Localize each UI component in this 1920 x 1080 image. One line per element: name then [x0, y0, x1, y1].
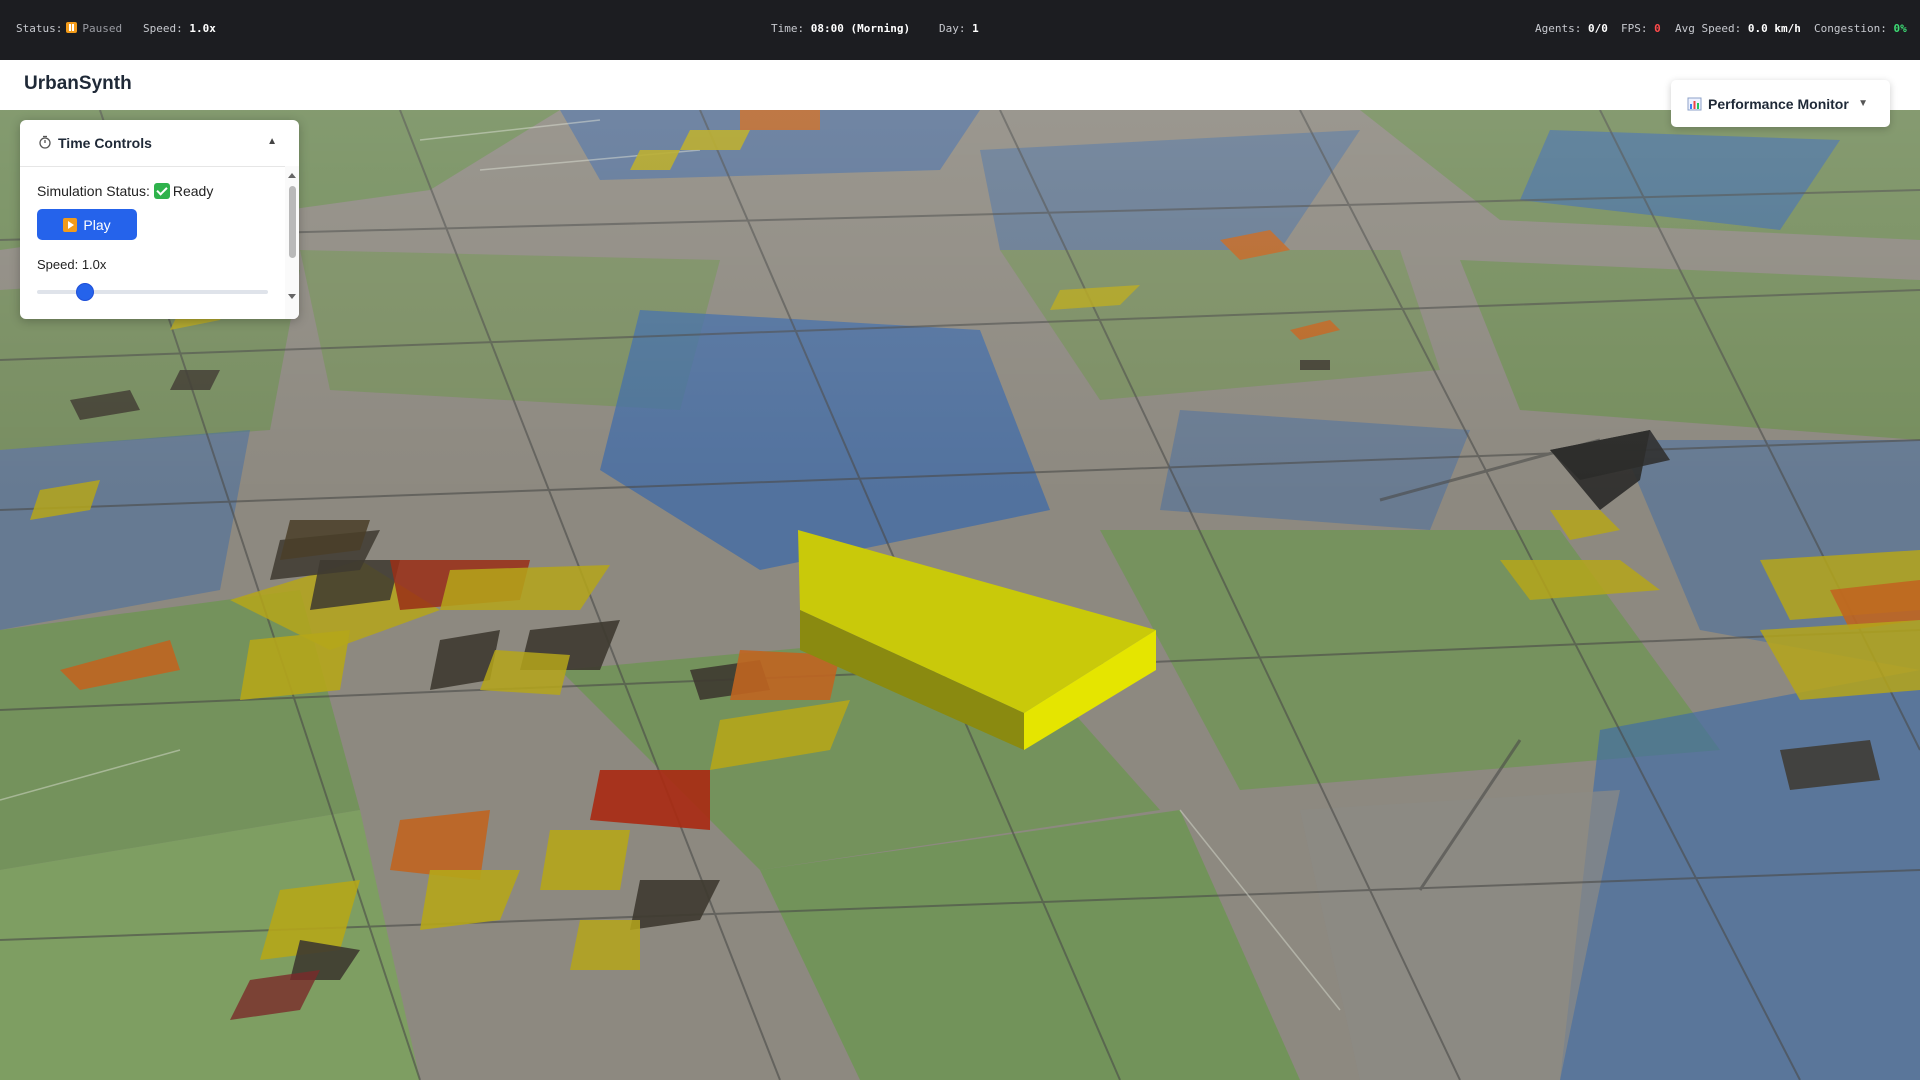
time-value: 08:00 (Morning)	[810, 22, 911, 35]
time-controls-panel: Time Controls ▲ Simulation Status: Ready …	[20, 120, 299, 319]
panel-scrollbar-thumb[interactable]	[289, 186, 296, 258]
avg-speed-value: 0.0 km/h	[1747, 22, 1801, 35]
status-indicator: Status: Paused	[16, 22, 122, 35]
app-header: UrbanSynth	[0, 60, 1920, 111]
speed-label: Speed:	[143, 22, 183, 35]
speed-slider-label: Speed: 1.0x	[37, 257, 107, 272]
stopwatch-icon	[39, 135, 51, 149]
chevron-down-icon[interactable]: ▼	[1858, 98, 1868, 109]
congestion-indicator: Congestion: 0%	[1814, 22, 1907, 35]
simulation-status: Simulation Status: Ready	[37, 183, 213, 199]
fps-indicator: FPS: 0	[1621, 22, 1661, 35]
check-icon	[153, 183, 170, 199]
avg-speed-indicator: Avg Speed: 0.0 km/h	[1675, 22, 1801, 35]
fps-label: FPS:	[1621, 22, 1648, 35]
day-label: Day:	[939, 22, 966, 35]
chevron-up-icon[interactable]: ▲	[267, 136, 277, 147]
agents-indicator: Agents: 0/0	[1535, 22, 1608, 35]
scroll-up-arrow-icon[interactable]	[288, 173, 296, 178]
status-label: Status:	[16, 22, 63, 35]
app-title: UrbanSynth	[24, 73, 132, 94]
performance-monitor-title: Performance Monitor	[1708, 96, 1849, 112]
time-label: Time:	[771, 22, 805, 35]
avg-speed-label: Avg Speed:	[1675, 22, 1742, 35]
speed-indicator: Speed: 1.0x	[143, 22, 216, 35]
speed-slider-thumb[interactable]	[76, 283, 95, 301]
time-indicator: Time: 08:00 (Morning)	[771, 22, 910, 35]
performance-monitor-toggle[interactable]: Performance Monitor ▼	[1671, 80, 1890, 127]
pause-icon	[66, 22, 78, 33]
play-icon	[63, 217, 78, 232]
bar-chart-icon	[1687, 97, 1702, 111]
congestion-label: Congestion:	[1814, 22, 1887, 35]
speed-slider-track[interactable]	[37, 290, 268, 294]
agents-value: 0/0	[1587, 22, 1608, 35]
time-controls-header[interactable]: Time Controls ▲	[20, 120, 299, 167]
simulation-status-value: Ready	[172, 183, 214, 199]
time-controls-title: Time Controls	[58, 135, 152, 151]
simulation-status-label: Simulation Status:	[37, 183, 150, 199]
day-indicator: Day: 1	[939, 22, 979, 35]
scroll-down-arrow-icon[interactable]	[288, 294, 296, 299]
play-button-label: Play	[83, 216, 111, 233]
speed-value: 1.0x	[189, 22, 216, 35]
day-value: 1	[972, 22, 979, 35]
simulation-status-bar: Status: Paused Speed: 1.0x Time: 08:00 (M…	[0, 0, 1920, 60]
congestion-value: 0%	[1893, 22, 1907, 35]
status-value: Paused	[82, 22, 123, 35]
agents-label: Agents:	[1535, 22, 1582, 35]
play-button[interactable]: Play	[37, 209, 137, 240]
fps-value: 0	[1654, 22, 1661, 35]
